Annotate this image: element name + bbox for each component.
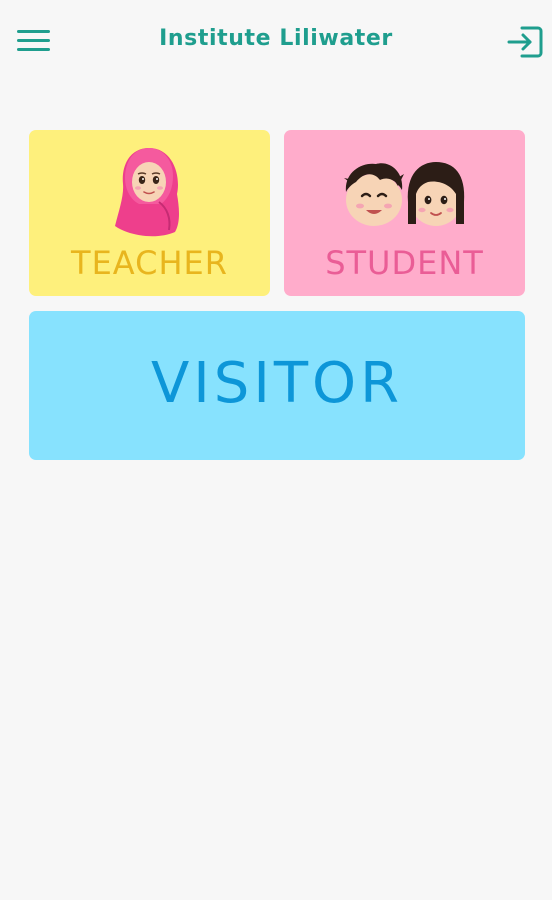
app-title: Institute Liliwater bbox=[159, 26, 393, 51]
teacher-card[interactable]: TEACHER bbox=[29, 130, 270, 296]
student-label: STUDENT bbox=[325, 244, 484, 282]
students-icon bbox=[344, 162, 465, 226]
teacher-label: TEACHER bbox=[71, 244, 228, 282]
menu-button[interactable] bbox=[14, 24, 54, 58]
teacher-hijab-icon bbox=[115, 148, 179, 237]
visitor-card[interactable]: VISITOR bbox=[29, 311, 525, 460]
app-header: Institute Liliwater bbox=[0, 0, 552, 82]
visitor-label: VISITOR bbox=[150, 351, 404, 416]
student-card[interactable]: STUDENT bbox=[284, 130, 525, 296]
login-button[interactable] bbox=[505, 22, 545, 62]
sign-in-icon bbox=[507, 26, 543, 58]
